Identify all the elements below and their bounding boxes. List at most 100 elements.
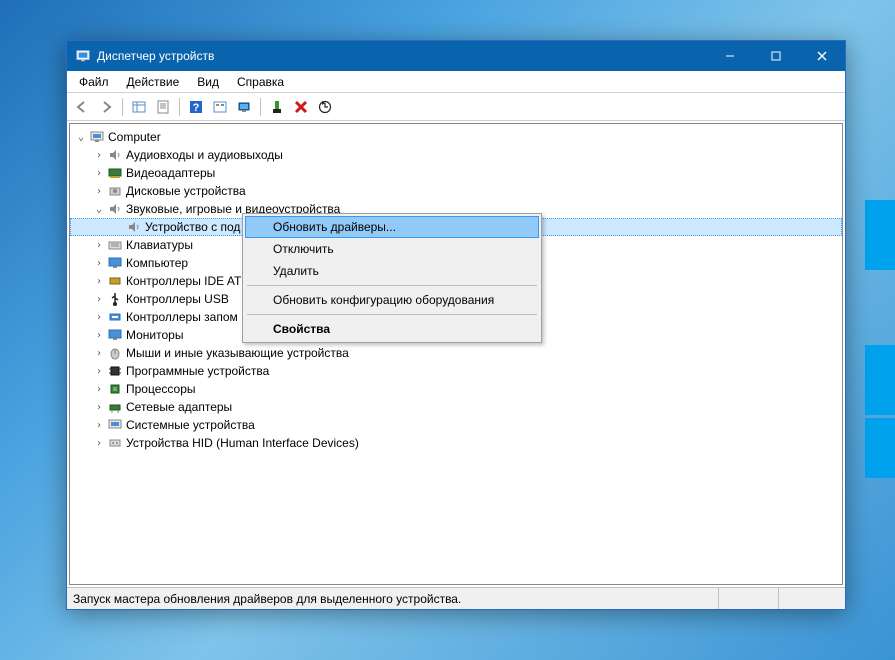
expand-icon[interactable]: › (92, 240, 106, 251)
expand-icon[interactable]: › (92, 348, 106, 359)
tree-node-network[interactable]: › Сетевые адаптеры (70, 398, 842, 416)
tree-node-system[interactable]: › Системные устройства (70, 416, 842, 434)
storage-controller-icon (106, 310, 124, 324)
expand-icon[interactable]: › (92, 330, 106, 341)
properties-button[interactable] (152, 96, 174, 118)
tree-node-mice[interactable]: › Мыши и иные указывающие устройства (70, 344, 842, 362)
tree-label: Контроллеры запом (124, 310, 238, 324)
collapse-icon[interactable]: ⌄ (92, 204, 106, 215)
tree-label: Процессоры (124, 382, 196, 396)
tree-label: Устройства HID (Human Interface Devices) (124, 436, 359, 450)
tree-label: Программные устройства (124, 364, 269, 378)
minimize-button[interactable] (707, 41, 753, 71)
window-controls (707, 41, 845, 71)
enable-button[interactable] (266, 96, 288, 118)
status-cell (719, 588, 779, 609)
toolbar-separator (122, 98, 123, 116)
tree-label: Устройство с под (143, 220, 240, 234)
ctx-separator (247, 285, 537, 286)
ctx-separator (247, 314, 537, 315)
svg-text:?: ? (193, 102, 200, 114)
system-icon (106, 418, 124, 432)
uninstall-button[interactable] (290, 96, 312, 118)
menu-help[interactable]: Справка (229, 73, 292, 91)
desktop-tile (865, 418, 895, 478)
tree-label: Контроллеры USB (124, 292, 229, 306)
back-button[interactable] (71, 96, 93, 118)
menubar: Файл Действие Вид Справка (67, 71, 845, 93)
disk-icon (106, 184, 124, 198)
menu-action[interactable]: Действие (119, 73, 188, 91)
tree-label: Системные устройства (124, 418, 255, 432)
expand-icon[interactable]: › (92, 312, 106, 323)
expand-icon[interactable]: › (92, 168, 106, 179)
tree-label: Мониторы (124, 328, 183, 342)
expand-icon[interactable]: › (92, 420, 106, 431)
status-text: Запуск мастера обновления драйверов для … (73, 588, 719, 609)
expand-icon[interactable]: › (92, 438, 106, 449)
tree-node-audio-io[interactable]: › Аудиовходы и аудиовыходы (70, 146, 842, 164)
tree-node-cpu[interactable]: › Процессоры (70, 380, 842, 398)
cpu-icon (106, 382, 124, 396)
window-title: Диспетчер устройств (97, 49, 707, 63)
toolbar: ? (67, 93, 845, 121)
close-button[interactable] (799, 41, 845, 71)
ctx-disable[interactable]: Отключить (245, 238, 539, 260)
ctx-delete[interactable]: Удалить (245, 260, 539, 282)
tree-node-software[interactable]: › Программные устройства (70, 362, 842, 380)
menu-file[interactable]: Файл (71, 73, 117, 91)
desktop-tile (865, 200, 895, 270)
collapse-icon[interactable]: ⌄ (74, 132, 88, 143)
monitor-icon (106, 256, 124, 270)
scan-hardware-button[interactable] (314, 96, 336, 118)
tree-node-video[interactable]: › Видеоадаптеры (70, 164, 842, 182)
usb-icon (106, 292, 124, 306)
show-hidden-button[interactable] (128, 96, 150, 118)
tree-label: Сетевые адаптеры (124, 400, 232, 414)
toolbar-separator (179, 98, 180, 116)
tree-label: Computer (106, 130, 161, 144)
mouse-icon (106, 346, 124, 360)
ctx-update-drivers[interactable]: Обновить драйверы... (245, 216, 539, 238)
forward-button[interactable] (95, 96, 117, 118)
expand-icon[interactable]: › (92, 186, 106, 197)
monitor-icon (106, 328, 124, 342)
expand-icon[interactable]: › (92, 366, 106, 377)
menu-view[interactable]: Вид (189, 73, 227, 91)
controller-icon (106, 274, 124, 288)
ctx-scan-hardware[interactable]: Обновить конфигурацию оборудования (245, 289, 539, 311)
tree-label: Компьютер (124, 256, 188, 270)
device-tree[interactable]: ⌄ Computer › Аудиовходы и аудиовыходы › … (69, 123, 843, 585)
speaker-icon (125, 220, 143, 234)
speaker-icon (106, 148, 124, 162)
tree-label: Видеоадаптеры (124, 166, 215, 180)
titlebar[interactable]: Диспетчер устройств (67, 41, 845, 71)
expand-icon[interactable]: › (92, 276, 106, 287)
expand-icon[interactable]: › (92, 150, 106, 161)
update-driver-button[interactable] (233, 96, 255, 118)
network-icon (106, 400, 124, 414)
expand-icon[interactable]: › (92, 258, 106, 269)
help-button[interactable]: ? (185, 96, 207, 118)
ctx-properties[interactable]: Свойства (245, 318, 539, 340)
expand-icon[interactable]: › (92, 402, 106, 413)
app-icon (75, 48, 91, 64)
display-adapter-icon (106, 166, 124, 180)
context-menu: Обновить драйверы... Отключить Удалить О… (242, 213, 542, 343)
desktop-tile (865, 345, 895, 415)
tree-node-disk[interactable]: › Дисковые устройства (70, 182, 842, 200)
toolbar-separator (260, 98, 261, 116)
status-cell (779, 588, 839, 609)
tree-label: Дисковые устройства (124, 184, 246, 198)
hid-icon (106, 436, 124, 450)
chip-icon (106, 364, 124, 378)
scan-button[interactable] (209, 96, 231, 118)
tree-node-hid[interactable]: › Устройства HID (Human Interface Device… (70, 434, 842, 452)
tree-root[interactable]: ⌄ Computer (70, 128, 842, 146)
maximize-button[interactable] (753, 41, 799, 71)
tree-label: Контроллеры IDE AT (124, 274, 241, 288)
tree-label: Клавиатуры (124, 238, 193, 252)
expand-icon[interactable]: › (92, 294, 106, 305)
expand-icon[interactable]: › (92, 384, 106, 395)
tree-label: Аудиовходы и аудиовыходы (124, 148, 283, 162)
